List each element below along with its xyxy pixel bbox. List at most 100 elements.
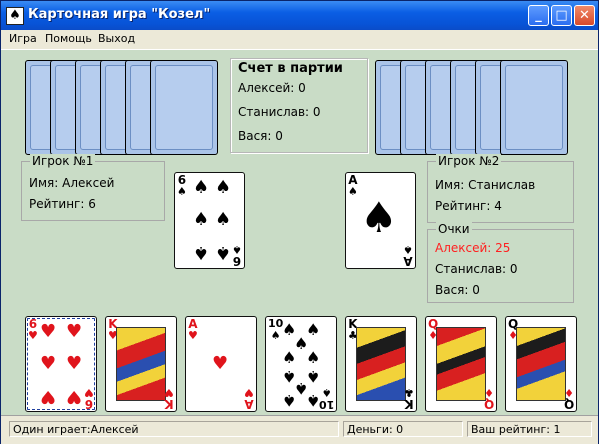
heart-icon: ♥ <box>66 321 83 342</box>
player1-group: Игрок №1 Имя: Алексей Рейтинг: 6 <box>21 154 165 221</box>
card-corner: Q ♦ <box>483 386 494 411</box>
card-corner: 6 ♠ <box>232 243 242 268</box>
card-rank: K <box>164 397 174 411</box>
status-mode: Один играет:Алексей <box>9 421 339 437</box>
card-corner: A ♠ <box>348 174 358 198</box>
maximize-icon: □ <box>555 8 568 23</box>
heart-icon: ♥ <box>84 386 94 399</box>
menu-bar: Игра Помощь Выход <box>1 30 598 50</box>
close-button[interactable]: ✕ <box>574 5 595 26</box>
points-row: Станислав: 0 <box>435 262 518 276</box>
hand-card[interactable]: 6 ♥ ♥ ♥ ♥ ♥ ♥ ♥ 6 ♥ <box>25 316 97 412</box>
player2-rating: Рейтинг: 4 <box>435 199 502 213</box>
heart-icon: ♥ <box>40 321 57 342</box>
hand-card[interactable]: K ♣ K ♣ <box>345 316 417 412</box>
spade-icon: ♠ <box>193 242 210 263</box>
queen-face-image <box>516 327 566 401</box>
played-card-left: 6 ♠ ♠ ♠ ♠ ♠ ♠ ♠ 6 ♠ <box>174 172 245 269</box>
card-corner: A ♥ <box>244 386 254 411</box>
menu-exit[interactable]: Выход <box>98 32 135 45</box>
played-card-right: A ♠ ♠ A ♠ <box>345 172 416 269</box>
heart-icon: ♥ <box>164 386 174 399</box>
spade-icon: ♠ <box>360 193 398 242</box>
king-face-image <box>116 327 166 401</box>
card-rank: Q <box>483 397 494 411</box>
spade-icon: ♠ <box>282 391 297 410</box>
player1-name: Имя: Алексей <box>29 176 115 190</box>
party-score-row: Станислав: 0 <box>238 105 321 119</box>
heart-icon: ♥ <box>40 386 57 407</box>
spade-icon: ♠ <box>282 348 297 367</box>
card-corner: K ♥ <box>164 386 174 411</box>
player2-legend: Игрок №2 <box>436 154 502 168</box>
player2-group: Игрок №2 Имя: Станислав Рейтинг: 4 <box>427 154 574 223</box>
card-rank: 6 <box>84 397 94 411</box>
card-corner: 6 ♠ <box>177 174 187 198</box>
menu-help[interactable]: Помощь <box>45 32 92 45</box>
points-row: Вася: 0 <box>435 283 480 297</box>
spade-icon[interactable]: ♠ <box>6 7 24 25</box>
status-bar: Один играет:Алексей Деньги: 0 Ваш рейтин… <box>1 415 598 444</box>
status-rating: Ваш рейтинг: 1 <box>467 421 592 437</box>
maximize-button[interactable]: □ <box>551 5 572 26</box>
menu-game[interactable]: Игра <box>9 32 37 45</box>
card-corner: 6 ♥ <box>84 386 94 411</box>
card-rank: Q <box>563 397 574 411</box>
spade-icon: ♠ <box>215 177 232 198</box>
spade-icon: ♠ <box>215 242 232 263</box>
diamond-icon: ♦ <box>483 386 494 399</box>
card-rank: 6 <box>232 254 242 268</box>
club-icon: ♣ <box>404 386 414 399</box>
card-back <box>150 60 218 155</box>
heart-icon: ♥ <box>188 329 198 342</box>
points-group: Очки Алексей: 25 Станислав: 0 Вася: 0 <box>427 222 574 303</box>
heart-icon: ♥ <box>40 353 57 374</box>
close-icon: ✕ <box>579 8 590 23</box>
title-bar[interactable]: ♠ Карточная игра "Козел" _ □ ✕ <box>1 1 598 31</box>
heart-icon: ♥ <box>28 329 38 342</box>
spade-icon: ♠ <box>177 185 187 198</box>
heart-icon: ♥ <box>66 386 83 407</box>
spade-icon: ♠ <box>348 185 358 198</box>
card-rank: 10 <box>318 398 334 411</box>
card-corner: Q ♦ <box>563 386 574 411</box>
card-back <box>500 60 568 155</box>
card-rank: K <box>404 397 414 411</box>
spade-icon: ♠ <box>306 348 321 367</box>
points-row: Алексей: 25 <box>435 241 511 255</box>
card-corner: A ♥ <box>188 318 198 342</box>
heart-icon: ♥ <box>212 353 229 374</box>
spade-icon: ♠ <box>215 209 232 230</box>
party-score-title: Счет в партии <box>238 61 343 76</box>
heart-icon: ♥ <box>66 353 83 374</box>
status-money: Деньги: 0 <box>343 421 463 437</box>
minimize-icon: _ <box>535 8 542 23</box>
game-window: ♠ Карточная игра "Козел" _ □ ✕ Игра Помо… <box>0 0 599 444</box>
window-title: Карточная игра "Козел" <box>28 7 211 22</box>
player2-name: Имя: Станислав <box>435 178 536 192</box>
spade-icon: ♠ <box>193 209 210 230</box>
card-corner: A ♠ <box>403 243 413 268</box>
spade-icon: ♠ <box>193 177 210 198</box>
spade-icon: ♠ <box>321 386 332 399</box>
hand-card[interactable]: Q ♦ Q ♦ <box>425 316 497 412</box>
card-rank: A <box>403 254 413 268</box>
card-rank: A <box>244 397 254 411</box>
minimize-button[interactable]: _ <box>528 5 549 26</box>
queen-face-image <box>436 327 486 401</box>
card-corner: 6 ♥ <box>28 318 38 342</box>
king-face-image <box>356 327 406 401</box>
player1-legend: Игрок №1 <box>30 154 96 168</box>
party-score-panel: Счет в партии Алексей: 0 Станислав: 0 Ва… <box>230 58 368 153</box>
party-score-row: Алексей: 0 <box>238 81 306 95</box>
hand-card[interactable]: A ♥ ♥ A ♥ <box>185 316 257 412</box>
spade-icon: ♠ <box>403 243 413 256</box>
hand-card[interactable]: 10 ♠ ♠ ♠ ♠ ♠ ♠ ♠ ♠ ♠ ♠ ♠ 10 ♠ <box>265 316 337 412</box>
hand-card[interactable]: K ♥ K ♥ <box>105 316 177 412</box>
card-corner: 10 ♠ <box>318 386 334 411</box>
points-legend: Очки <box>436 222 472 236</box>
heart-icon: ♥ <box>244 386 254 399</box>
hand-card[interactable]: Q ♦ Q ♦ <box>505 316 577 412</box>
diamond-icon: ♦ <box>563 386 574 399</box>
player1-rating: Рейтинг: 6 <box>29 197 96 211</box>
